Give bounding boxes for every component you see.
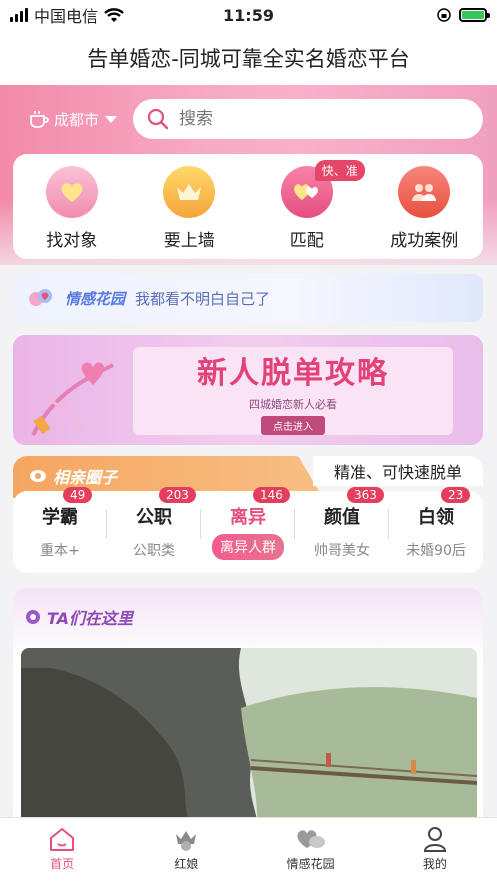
featured-section: TA们在这里 [13,588,483,828]
match-badge: 快、准 [314,160,365,181]
category-liyi[interactable]: 146 离异 离异人群 [201,487,295,573]
banner-subtitle: 四城婚恋新人必看 [249,397,337,411]
search-icon [147,108,169,130]
home-icon [50,828,75,851]
featured-title: TA们在这里 [47,609,134,628]
tab-matchmaker[interactable]: 红娘 [124,818,248,883]
garden-logo-icon [29,289,52,306]
cup-icon [30,111,49,128]
chat-heart-icon [297,830,325,848]
quick-actions: 找对象 要上墙 快、准 匹配 成功案例 [13,154,483,259]
signal-icon [10,8,28,22]
clock: 11:59 [223,5,274,25]
count-badge: 146 [253,487,290,503]
quick-success-cases[interactable]: 成功案例 [374,166,474,251]
eye-icon [30,470,46,482]
category-bailing[interactable]: 23 白领 未婚90后 [389,487,483,573]
circle-tagline: 精准、可快速脱单 [313,456,483,486]
city-label: 成都市 [54,110,100,129]
category-gongzhi[interactable]: 203 公职 公职类 [107,487,201,573]
category-xueba[interactable]: 49 学霸 重本+ [13,487,107,573]
rotation-lock-icon [437,8,451,22]
heart-icon [45,166,98,218]
matchmaker-icon [176,831,197,851]
profile-photo[interactable] [21,648,477,828]
count-badge: 363 [347,487,384,503]
city-selector[interactable]: 成都市 [28,106,118,132]
search-bar[interactable] [133,99,483,139]
carrier-label: 中国电信 [34,7,99,26]
promo-banner[interactable]: 新人脱单攻略 四城婚恋新人必看 点击进入 [13,335,483,445]
wifi-icon [104,7,124,22]
chevron-down-icon [105,115,118,123]
chat-bubble-icon [26,610,40,624]
garden-logo: 情感花园 [65,289,126,308]
tab-profile[interactable]: 我的 [373,818,497,883]
category-list: 49 学霸 重本+ 203 公职 公职类 146 离异 离异人群 363 颜值 … [13,487,483,573]
cupid-bow-icon [31,362,114,436]
banner-enter-button[interactable]: 点击进入 [261,415,325,435]
tab-emotion-garden[interactable]: 情感花园 [249,818,373,883]
circle-card: 相亲圈子 精准、可快速脱单 49 学霸 重本+ 203 公职 公职类 146 离… [13,456,483,573]
status-bar: 中国电信 11:59 [0,0,497,30]
crown-icon [163,166,216,218]
bottom-tabbar: 首页 红娘 情感花园 我的 [0,817,497,883]
search-input[interactable] [179,109,439,129]
quick-go-wall[interactable]: 要上墙 [139,166,239,251]
quick-find-partner[interactable]: 找对象 [22,166,122,251]
count-badge: 23 [441,487,471,503]
profile-icon [423,827,446,852]
garden-text: 我都看不明白自己了 [135,289,271,308]
circle-tab-label: 相亲圈子 [53,468,118,487]
page-title: 告单婚恋-同城可靠全实名婚恋平台 [0,30,497,85]
battery-icon [459,8,490,22]
couple-icon [398,166,451,218]
tab-home[interactable]: 首页 [0,818,124,883]
count-badge: 49 [63,487,93,503]
quick-match[interactable]: 快、准 匹配 [257,160,365,251]
garden-bar[interactable]: 情感花园 我都看不明白自己了 [13,274,483,322]
banner-title: 新人脱单攻略 [197,355,389,391]
category-yanzhi[interactable]: 363 颜值 帅哥美女 [295,487,389,573]
cliff-photo-image [21,648,477,828]
count-badge: 203 [159,487,196,503]
